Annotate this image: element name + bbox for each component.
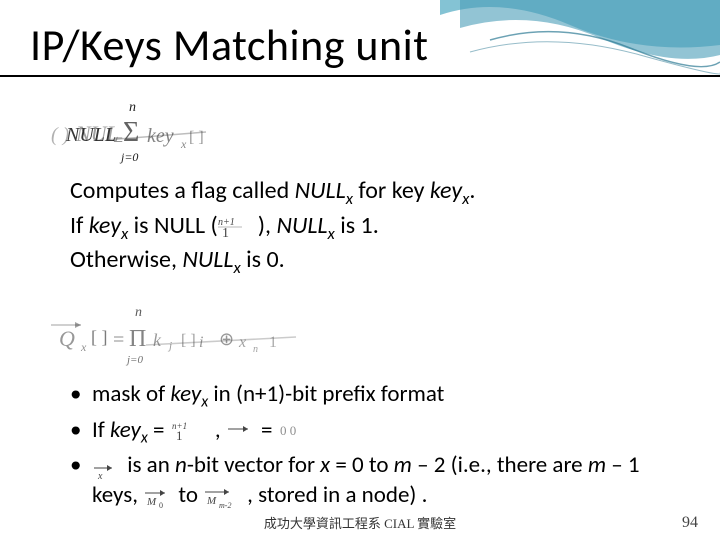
svg-text:Π: Π [129, 326, 146, 352]
svg-text:n: n [135, 305, 142, 320]
svg-text:0: 0 [159, 501, 163, 508]
svg-text:⊕: ⊕ [219, 329, 234, 349]
paragraph-null-description: Computes a flag called NULLx for key key… [70, 175, 650, 279]
svg-text:M: M [146, 496, 157, 508]
formula-null: ( ) NUL NULL n Σ j=0 key x [ ] = [50, 95, 250, 170]
svg-text:=: = [113, 329, 124, 351]
svg-text:j: j [167, 340, 172, 352]
svg-text:[ ]: [ ] [91, 327, 108, 347]
svg-text:1: 1 [176, 428, 183, 441]
page-number: 94 [682, 514, 698, 532]
svg-text:n: n [129, 100, 136, 115]
slide-title: IP/Keys Matching unit [30, 18, 429, 72]
svg-text:NULL: NULL [65, 124, 116, 146]
svg-text:n: n [253, 344, 258, 355]
svg-text:x: x [97, 471, 103, 479]
svg-text:j=0: j=0 [119, 150, 138, 164]
svg-text:k: k [153, 330, 162, 350]
svg-text:0 0: 0 0 [280, 423, 296, 438]
footer-text: 成功大學資訊工程系 CIAL 實驗室 [264, 513, 456, 532]
bullet-if-key: • If keyx = n+11 , = 0 0 [70, 416, 690, 450]
formula-q-vector: Q x [ ] = n Π j=0 k j [ ] i ⊕ x n 1 [50, 300, 350, 370]
svg-text:1: 1 [222, 226, 229, 239]
bullet-mask: • mask of keyx in (n+1)-bit prefix forma… [70, 380, 690, 414]
svg-text:x: x [238, 334, 246, 351]
title-underline [0, 75, 720, 77]
svg-text:m-2: m-2 [219, 501, 231, 509]
svg-text:x: x [80, 340, 87, 354]
svg-text:1: 1 [269, 334, 277, 351]
svg-text:M: M [206, 495, 217, 507]
svg-text:[ ]: [ ] [189, 129, 204, 146]
bullet-vector-desc: • x is an n-bit vector for x = 0 to m – … [70, 451, 690, 511]
svg-text:[ ]: [ ] [181, 332, 196, 349]
svg-text:Σ: Σ [123, 117, 139, 148]
svg-text:Q: Q [59, 326, 75, 351]
svg-text:x: x [180, 137, 187, 151]
bullet-list: • mask of keyx in (n+1)-bit prefix forma… [70, 380, 690, 513]
svg-text:j=0: j=0 [125, 354, 143, 366]
